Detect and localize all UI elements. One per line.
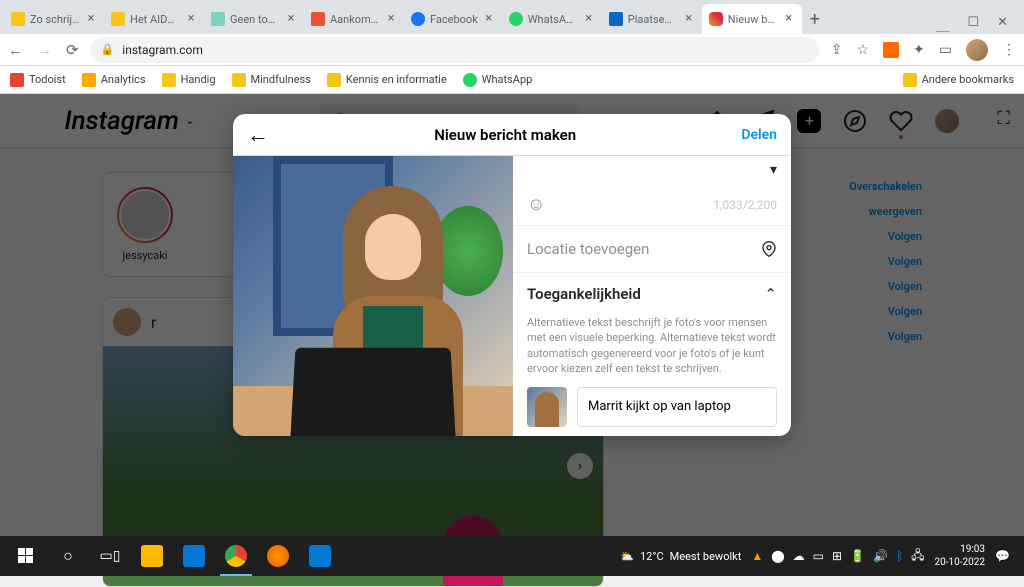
url-text: instagram.com [122,43,203,57]
lock-icon: 🔒 [101,43,115,56]
notifications-icon[interactable]: 💬 [995,549,1010,563]
accessibility-toggle[interactable]: Toegankelijkheid ⌃ [513,273,791,315]
share-icon[interactable]: ⇪ [831,42,843,58]
browser-tab[interactable]: Aankomen× [304,4,404,34]
taskbar-app[interactable] [174,536,214,576]
tray-icon[interactable]: ▭ [813,549,824,563]
profile-avatar[interactable] [966,39,988,61]
accessibility-description: Alternatieve tekst beschrijft je foto's … [513,315,791,387]
browser-tab[interactable]: WhatsApp× [502,4,602,34]
extensions-icon[interactable]: ✦ [913,42,925,58]
window-close-icon[interactable]: ✕ [997,15,1008,34]
close-icon[interactable]: × [185,13,197,25]
onedrive-icon[interactable]: ☁ [793,549,805,563]
modal-title: Nieuw bericht maken [434,126,576,144]
alt-thumbnail [527,387,567,427]
sidepanel-icon[interactable]: ▭ [939,42,952,58]
weather-icon: ⛅ [620,550,634,563]
close-icon[interactable]: × [385,13,397,25]
taskbar-app-chrome[interactable] [216,536,256,576]
taskbar-app-firefox[interactable] [258,536,298,576]
back-button[interactable]: ← [8,41,23,59]
new-post-modal: ← Nieuw bericht maken Delen [233,114,791,436]
search-button[interactable]: ○ [48,536,88,576]
bookmark-item[interactable]: WhatsApp [463,73,533,87]
forward-button[interactable]: → [37,41,52,59]
modal-overlay[interactable]: ← Nieuw bericht maken Delen [0,94,1024,536]
browser-tab[interactable]: Het AIDA-m× [104,4,204,34]
bluetooth-icon[interactable]: ᛒ [896,549,903,563]
other-bookmarks[interactable]: Andere bookmarks [903,73,1014,87]
close-icon[interactable]: × [285,13,297,25]
bookmark-folder[interactable]: Handig [162,73,216,87]
bookmark-star-icon[interactable]: ☆ [856,42,869,58]
volume-icon[interactable]: 🔊 [873,549,888,563]
clock[interactable]: 19:03 20-10-2022 [935,543,986,569]
browser-tab[interactable]: Plaatsen | F× [602,4,702,34]
menu-icon[interactable]: ⋮ [1002,42,1016,58]
bookmark-folder[interactable]: Mindfulness [232,73,311,87]
browser-tab[interactable]: Geen toega× [204,4,304,34]
location-pin-icon [761,241,777,257]
chevron-down-icon[interactable]: ▾ [770,162,777,178]
battery-icon[interactable]: 🔋 [850,549,865,563]
tabs-row: Zo schrijf je× Het AIDA-m× Geen toega× A… [4,4,924,34]
tray-icon[interactable]: ⊞ [832,549,842,563]
caption-footer: ☺ 1,033/2,200 [513,184,791,226]
close-icon[interactable]: × [783,13,795,25]
bookmark-folder[interactable]: Kennis en informatie [327,73,447,87]
emoji-icon[interactable]: ☺ [527,194,545,215]
window-maximize-icon[interactable]: ☐ [967,15,979,34]
add-location-button[interactable]: Locatie toevoegen [513,226,791,273]
close-icon[interactable]: × [483,13,495,25]
share-button[interactable]: Delen [741,127,777,143]
window-controls: ＿ ☐ ✕ [924,15,1020,34]
new-tab-button[interactable]: + [802,6,828,32]
tray-icon[interactable]: ▲ [751,549,763,563]
back-button[interactable]: ← [247,122,269,148]
network-icon[interactable]: 🖧 [911,546,924,567]
taskbar-app[interactable] [132,536,172,576]
post-settings-panel: ▾ ☺ 1,033/2,200 Locatie toevoegen Toegan… [513,156,791,436]
browser-tab-active[interactable]: Nieuw beri× [702,4,802,34]
bookmark-item[interactable]: Analytics [82,73,146,87]
address-bar: ← → ⟳ 🔒 instagram.com ⇪ ☆ ✦ ▭ ⋮ [0,34,1024,66]
char-count: 1,033/2,200 [713,198,777,212]
start-button[interactable] [6,536,46,576]
browser-tab[interactable]: Zo schrijf je× [4,4,104,34]
alt-text-input[interactable] [577,387,777,427]
close-icon[interactable]: × [683,13,695,25]
window-minimize-icon[interactable]: ＿ [936,15,949,34]
browser-tab[interactable]: Facebook× [404,4,502,34]
alt-text-row [513,387,791,436]
system-tray: ▲ ⬤ ☁ ▭ ⊞ 🔋 🔊 ᛒ 🖧 [751,546,924,567]
extension-icon[interactable] [883,42,899,58]
browser-tab-strip: Zo schrijf je× Het AIDA-m× Geen toega× A… [0,0,1024,34]
bookmark-item[interactable]: Todoist [10,73,66,87]
task-view-button[interactable]: ▭▯ [90,536,130,576]
taskbar-app-mail[interactable] [300,536,340,576]
bookmarks-bar: Todoist Analytics Handig Mindfulness Ken… [0,66,1024,94]
post-preview-image [233,156,513,436]
close-icon[interactable]: × [85,13,97,25]
weather-widget[interactable]: ⛅ 12°C Meest bewolkt [610,550,751,563]
close-icon[interactable]: × [583,13,595,25]
windows-taskbar: ○ ▭▯ ⛅ 12°C Meest bewolkt ▲ ⬤ ☁ ▭ ⊞ 🔋 🔊 … [0,536,1024,576]
chevron-up-icon: ⌃ [764,285,777,303]
url-input[interactable]: 🔒 instagram.com [91,37,819,63]
instagram-app: Instagram⌄ 🔍 Zoeken + ⛶ je [0,94,1024,536]
reload-button[interactable]: ⟳ [66,41,79,59]
tray-icon[interactable]: ⬤ [771,549,784,563]
